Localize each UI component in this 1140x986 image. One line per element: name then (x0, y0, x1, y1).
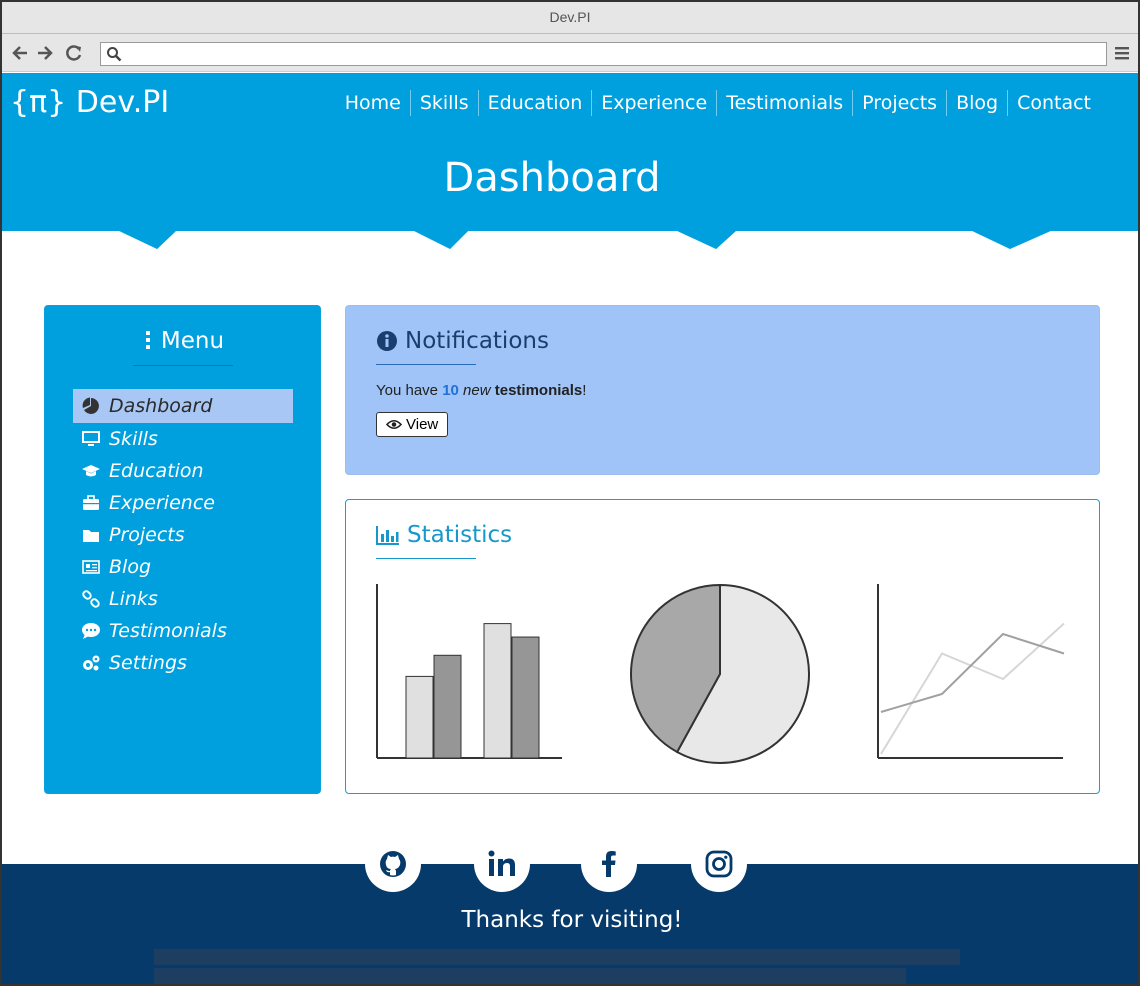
notifications-title-text: Notifications (405, 328, 549, 354)
sidebar-item-label: Links (109, 588, 158, 610)
message-item: testimonials (494, 382, 583, 399)
top-navigation: Home Skills Education Experience Testimo… (336, 90, 1100, 116)
page-title: Dashboard (443, 155, 661, 201)
window-titlebar: Dev.PI (2, 2, 1138, 34)
url-input[interactable] (101, 43, 1106, 65)
github-button[interactable] (365, 836, 421, 892)
linkedin-icon (488, 850, 515, 876)
nav-skills[interactable]: Skills (409, 90, 478, 116)
statistics-title-text: Statistics (407, 522, 513, 548)
url-bar[interactable] (100, 42, 1107, 66)
message-suffix: ! (582, 382, 587, 399)
sidebar-item-label: Settings (109, 652, 187, 674)
bar-chart (376, 584, 562, 759)
sidebar-item-links[interactable]: Links (73, 583, 293, 615)
monitor-icon (81, 429, 101, 449)
search-icon (107, 47, 122, 62)
linkedin-button[interactable] (474, 836, 530, 892)
facebook-icon (602, 851, 616, 877)
nav-experience[interactable]: Experience (591, 90, 716, 116)
bar-chart-icon (376, 525, 400, 545)
nav-education[interactable]: Education (477, 90, 592, 116)
sidebar-item-education[interactable]: Education (73, 455, 293, 487)
series-line (880, 622, 1065, 755)
statistics-underline (376, 558, 476, 559)
bar (483, 623, 512, 759)
instagram-button[interactable] (691, 836, 747, 892)
bar (405, 675, 434, 759)
link-icon (81, 589, 101, 609)
graduation-cap-icon (81, 461, 101, 481)
pie-chart-icon (81, 396, 101, 416)
sidebar-title-underline (133, 365, 233, 366)
folder-icon (81, 525, 101, 545)
vertical-dots-icon (145, 331, 150, 349)
sidebar-item-label: Testimonials (109, 620, 227, 642)
hamburger-menu-icon[interactable] (1114, 45, 1130, 61)
nav-testimonials[interactable]: Testimonials (716, 90, 852, 116)
nav-home[interactable]: Home (336, 90, 410, 116)
browser-window: Dev.PI {π} Dev.PI Home Skills Education … (0, 0, 1140, 986)
message-new: new (463, 382, 491, 399)
pie-chart (630, 583, 810, 764)
sidebar-item-experience[interactable]: Experience (73, 487, 293, 519)
line-chart (877, 584, 1065, 759)
newspaper-icon (81, 557, 101, 577)
bar (433, 654, 462, 759)
site-header: {π} Dev.PI Home Skills Education Experie… (2, 73, 1138, 231)
notification-count: 10 (442, 382, 459, 399)
briefcase-icon (81, 493, 101, 513)
gears-icon (81, 653, 101, 673)
sidebar-title: Menu (45, 328, 322, 354)
back-arrow-icon[interactable] (10, 43, 30, 63)
sidebar-title-text: Menu (160, 328, 225, 354)
sidebar-list: Dashboard Skills Education Experience Pr… (73, 389, 293, 679)
sidebar-item-testimonials[interactable]: Testimonials (73, 615, 293, 647)
sidebar-item-label: Projects (109, 524, 185, 546)
sidebar-item-dashboard[interactable]: Dashboard (73, 389, 293, 423)
statistics-card: Statistics (345, 499, 1100, 794)
sidebar-item-label: Dashboard (109, 395, 213, 417)
nav-contact[interactable]: Contact (1007, 90, 1100, 116)
sidebar-item-label: Experience (109, 492, 215, 514)
forward-arrow-icon[interactable] (35, 43, 55, 63)
notification-message: You have 10 new testimonials! (376, 382, 586, 399)
view-button[interactable]: View (376, 412, 449, 437)
instagram-icon (705, 850, 733, 878)
nav-blog[interactable]: Blog (946, 90, 1007, 116)
site-logo[interactable]: {π} Dev.PI (10, 85, 169, 120)
speech-bubble-icon (81, 621, 101, 641)
facebook-button[interactable] (581, 836, 637, 892)
footer-thanks: Thanks for visiting! (461, 907, 683, 933)
footer-placeholder-line (154, 968, 906, 984)
sidebar-item-label: Blog (109, 556, 151, 578)
sidebar-item-label: Education (109, 460, 204, 482)
notifications-card: Notifications You have 10 new testimonia… (345, 305, 1100, 475)
eye-icon (386, 419, 402, 430)
sidebar-item-label: Skills (109, 428, 158, 450)
bar (511, 636, 540, 759)
sidebar-item-settings[interactable]: Settings (73, 647, 293, 679)
sidebar-item-blog[interactable]: Blog (73, 551, 293, 583)
github-icon (380, 851, 406, 877)
browser-toolbar (2, 34, 1138, 72)
window-title: Dev.PI (549, 9, 591, 25)
header-zigzag-divider (2, 212, 1138, 249)
view-button-label: View (406, 416, 439, 433)
statistics-title: Statistics (376, 522, 512, 548)
notifications-title: Notifications (376, 328, 549, 354)
sidebar-item-projects[interactable]: Projects (73, 519, 293, 551)
sidebar-item-skills[interactable]: Skills (73, 423, 293, 455)
series-line (880, 632, 1065, 713)
info-icon (376, 330, 398, 352)
nav-projects[interactable]: Projects (852, 90, 946, 116)
footer-placeholder-line (154, 949, 960, 965)
sidebar-menu: Menu Dashboard Skills Education Experien… (44, 305, 321, 794)
reload-icon[interactable] (64, 43, 84, 63)
notifications-underline (376, 364, 476, 365)
message-prefix: You have (376, 382, 439, 399)
